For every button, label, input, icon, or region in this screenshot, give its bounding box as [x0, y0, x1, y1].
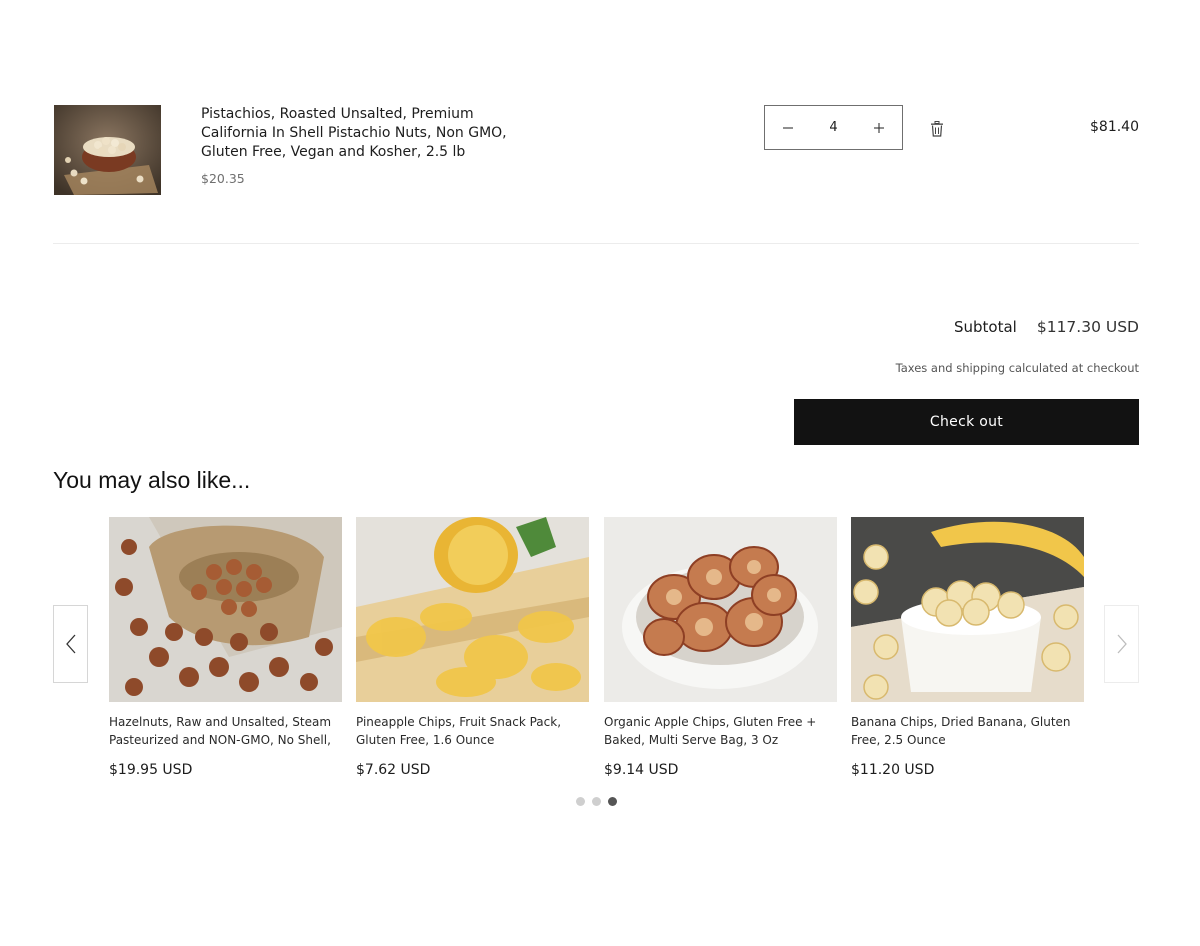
cart-item-image[interactable]	[54, 105, 161, 195]
cart-page: Pistachios, Roasted Unsalted, Premium Ca…	[0, 0, 1200, 946]
minus-icon	[783, 126, 793, 129]
pistachio-bowl-photo	[54, 105, 161, 195]
cart-item-unit-price: $20.35	[201, 171, 245, 186]
cart-item-title[interactable]: Pistachios, Roasted Unsalted, Premium Ca…	[201, 105, 511, 162]
product-card-image[interactable]	[604, 517, 837, 702]
carousel-dot-1[interactable]	[576, 797, 585, 806]
product-card-image[interactable]	[109, 517, 342, 702]
product-card-title[interactable]: Pineapple Chips, Fruit Snack Pack, Glute…	[356, 713, 589, 749]
product-card-image[interactable]	[356, 517, 589, 702]
subtotal-value: $117.30 USD	[1036, 318, 1139, 336]
banana-chips-photo	[851, 517, 1084, 702]
product-card-price: $11.20 USD	[851, 762, 935, 778]
cart-item-line-total: $81.40	[1090, 119, 1139, 135]
increase-quantity-button[interactable]	[856, 106, 902, 149]
hazelnuts-photo	[109, 517, 342, 702]
tax-note: Taxes and shipping calculated at checkou…	[895, 361, 1139, 375]
product-card[interactable]: Hazelnuts, Raw and Unsalted, Steam Paste…	[109, 517, 342, 778]
trash-icon	[931, 121, 943, 137]
recommendations-heading: You may also like...	[53, 467, 251, 493]
recommendations-carousel: Hazelnuts, Raw and Unsalted, Steam Paste…	[0, 517, 1200, 817]
carousel-pagination	[576, 797, 617, 806]
product-card-price: $7.62 USD	[356, 762, 431, 778]
product-card-image[interactable]	[851, 517, 1084, 702]
checkout-button[interactable]: Check out	[794, 399, 1139, 445]
cart-line-item: Pistachios, Roasted Unsalted, Premium Ca…	[0, 0, 1200, 250]
product-card-title[interactable]: Hazelnuts, Raw and Unsalted, Steam Paste…	[109, 713, 342, 749]
subtotal-row: Subtotal $117.30 USD	[954, 318, 1139, 336]
apple-chips-photo	[604, 517, 837, 702]
product-card[interactable]: Organic Apple Chips, Gluten Free + Baked…	[604, 517, 837, 778]
carousel-prev-button[interactable]	[53, 605, 88, 683]
chevron-right-icon	[1117, 634, 1127, 654]
quantity-input[interactable]	[811, 119, 856, 136]
quantity-stepper	[764, 105, 903, 150]
carousel-dot-3[interactable]	[608, 797, 617, 806]
remove-item-button[interactable]	[926, 118, 948, 140]
plus-icon	[874, 122, 884, 133]
chevron-left-icon	[65, 634, 75, 654]
product-card[interactable]: Pineapple Chips, Fruit Snack Pack, Glute…	[356, 517, 589, 778]
product-card-title[interactable]: Banana Chips, Dried Banana, Gluten Free,…	[851, 713, 1084, 749]
subtotal-label: Subtotal	[953, 318, 1017, 336]
product-card[interactable]: Banana Chips, Dried Banana, Gluten Free,…	[851, 517, 1084, 778]
product-card-price: $19.95 USD	[109, 762, 193, 778]
product-card-title[interactable]: Organic Apple Chips, Gluten Free + Baked…	[604, 713, 837, 749]
product-card-price: $9.14 USD	[604, 762, 679, 778]
pineapple-chips-photo	[356, 517, 589, 702]
carousel-next-button[interactable]	[1104, 605, 1139, 683]
divider	[53, 243, 1139, 244]
carousel-dot-2[interactable]	[592, 797, 601, 806]
decrease-quantity-button[interactable]	[765, 106, 811, 149]
